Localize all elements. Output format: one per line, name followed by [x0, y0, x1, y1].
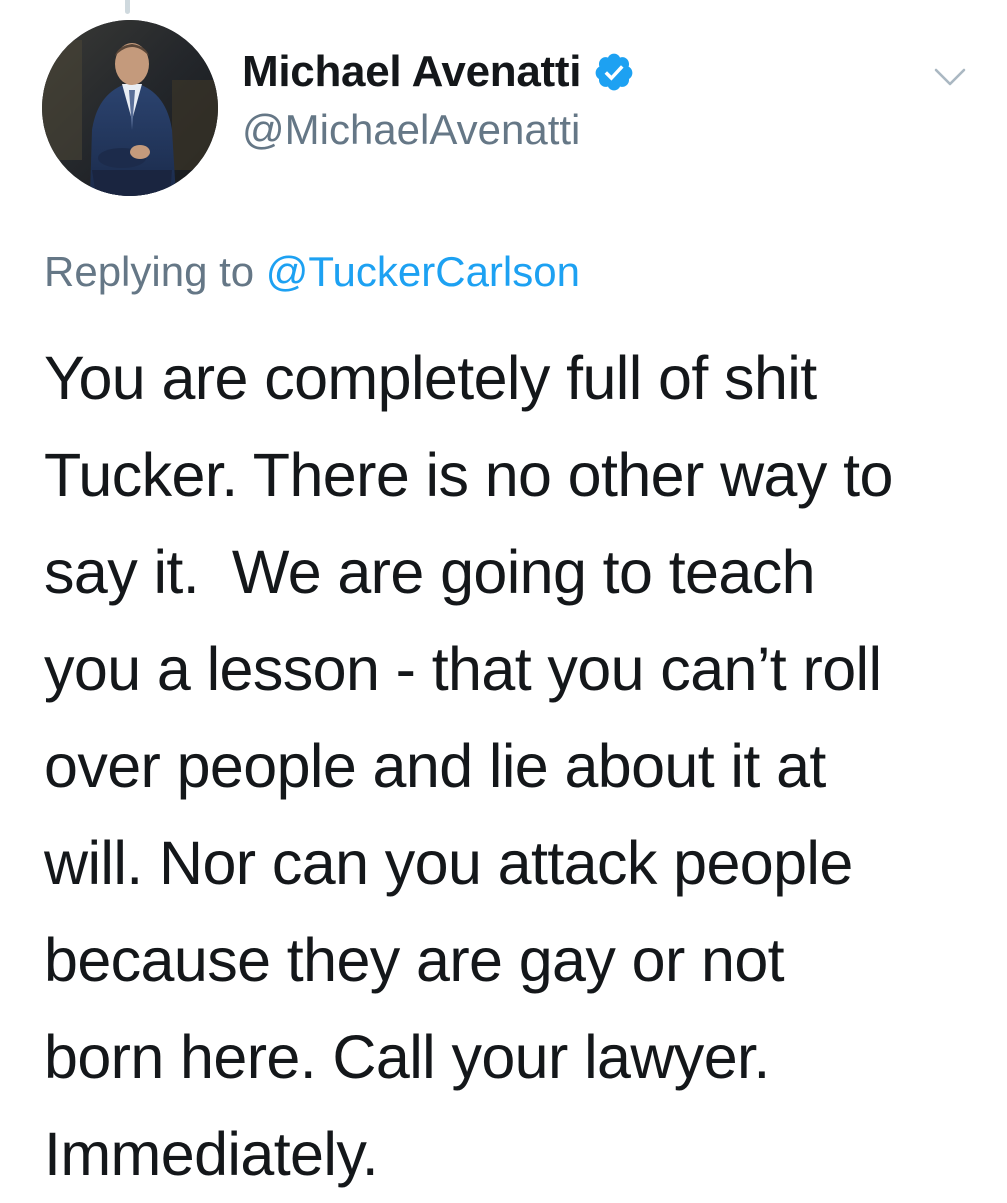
tweet-text-line: you a lesson - that you can’t roll — [44, 635, 882, 703]
avatar[interactable] — [42, 20, 218, 196]
profile-photo-icon — [42, 20, 218, 196]
tweet-text-line: born here. Call your lawyer. — [44, 1023, 770, 1091]
tweet-text-line: You are completely full of shit — [44, 344, 817, 412]
tweet-text-line: say it. We are going to teach — [44, 538, 816, 606]
handle[interactable]: @MichaelAvenatti — [242, 106, 635, 154]
tweet-text-line: Immediately. — [44, 1120, 379, 1188]
tweet-text-line: will. Nor can you attack people — [44, 829, 853, 897]
tweet-text-line: because they are gay or not — [44, 926, 785, 994]
tweet-text-line: Tucker. There is no other way to — [44, 441, 893, 509]
tweet-text: You are completely full of shit Tucker. … — [44, 330, 984, 1203]
replying-to: Replying to @TuckerCarlson — [44, 248, 580, 296]
author-info[interactable]: Michael Avenatti @MichaelAvenatti — [242, 44, 635, 154]
verified-badge-icon — [595, 53, 633, 91]
display-name[interactable]: Michael Avenatti — [242, 47, 581, 97]
chevron-down-icon[interactable] — [930, 62, 970, 92]
reply-mention-link[interactable]: @TuckerCarlson — [266, 248, 580, 295]
tweet-text-line: over people and lie about it at — [44, 732, 826, 800]
thread-connector-line — [125, 0, 130, 14]
replying-to-label: Replying to — [44, 248, 255, 295]
